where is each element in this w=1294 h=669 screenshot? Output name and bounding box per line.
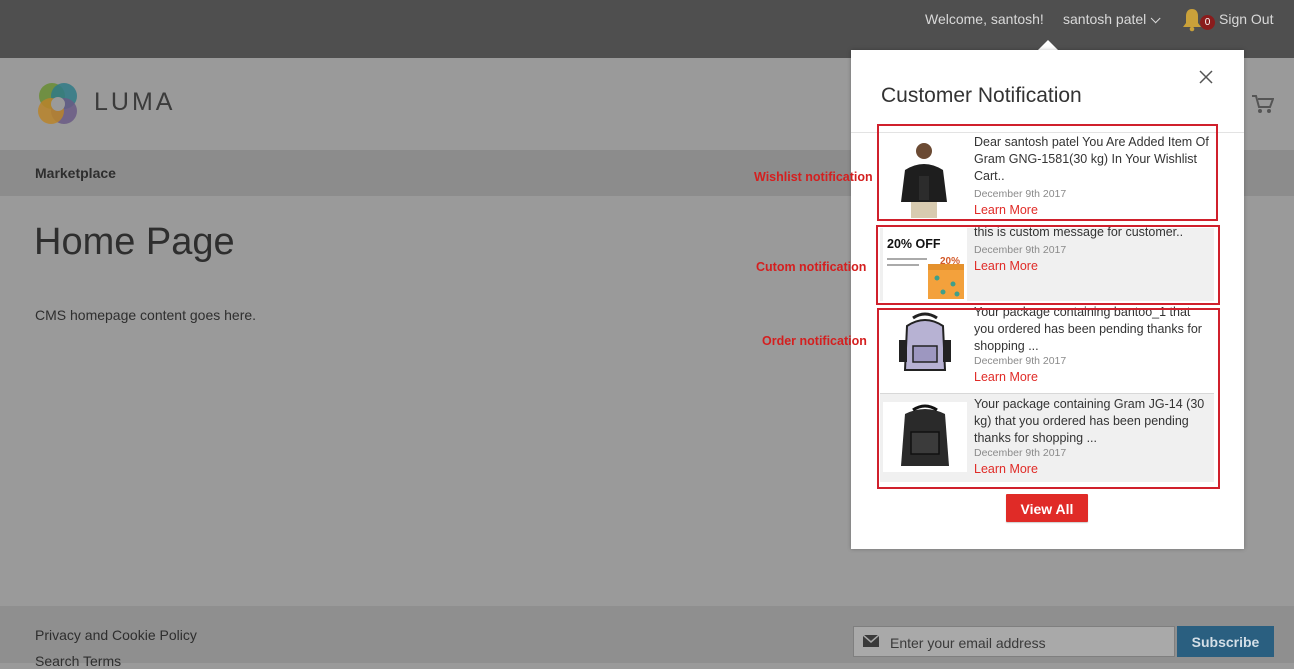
notification-item: Your package containing Gram JG-14 (30 k… xyxy=(880,393,1214,482)
footer-link-privacy[interactable]: Privacy and Cookie Policy xyxy=(35,627,197,643)
learn-more-link[interactable]: Learn More xyxy=(974,462,1038,476)
customer-name: santosh patel xyxy=(1063,11,1147,27)
notification-message: Your package containing bantoo_1 that yo… xyxy=(974,305,1202,353)
sale-banner-icon: 20% OFF 20% xyxy=(883,228,967,301)
page-title: Home Page xyxy=(34,221,235,263)
site-footer: Privacy and Cookie Policy Search Terms S… xyxy=(0,606,1294,669)
learn-more-link[interactable]: Learn More xyxy=(974,259,1038,273)
notification-message: Dear santosh patel You Are Added Item Of… xyxy=(974,135,1209,183)
notification-message: Your package containing Gram JG-14 (30 k… xyxy=(974,397,1205,445)
backpack-black-icon xyxy=(883,402,967,472)
chevron-down-icon xyxy=(1150,13,1161,24)
popup-pointer xyxy=(1038,40,1058,50)
newsletter-email-input[interactable] xyxy=(888,632,1172,654)
order-annotation-label: Order notification xyxy=(762,334,867,348)
sale-badge-text: 20% xyxy=(940,256,961,267)
popup-title: Customer Notification xyxy=(881,84,1082,107)
cart-icon[interactable] xyxy=(1252,94,1274,114)
wishlist-annotation-label: Wishlist notification xyxy=(754,170,873,184)
learn-more-link[interactable]: Learn More xyxy=(974,370,1038,384)
view-all-button[interactable]: View All xyxy=(1006,494,1088,522)
notification-message: this is custom message for customer.. xyxy=(974,225,1184,239)
notification-date: December 9th 2017 xyxy=(974,355,1067,367)
customer-notification-popup: Customer Notification Dear santosh patel… xyxy=(851,50,1244,549)
footer-link-search-terms[interactable]: Search Terms xyxy=(35,653,121,669)
notification-count-badge: 0 xyxy=(1200,15,1215,30)
welcome-message: Welcome, santosh! xyxy=(925,11,1044,27)
close-icon[interactable] xyxy=(1199,70,1213,84)
notification-item: 20% OFF 20% this is custom message for c… xyxy=(880,225,1214,301)
sign-out-link[interactable]: Sign Out xyxy=(1219,11,1273,27)
jacket-man-icon xyxy=(883,136,967,220)
mail-icon xyxy=(863,635,879,647)
page-content: CMS homepage content goes here. xyxy=(35,307,257,323)
notification-item: Dear santosh patel You Are Added Item Of… xyxy=(880,128,1214,222)
nav-item-marketplace[interactable]: Marketplace xyxy=(35,165,116,181)
backpack-grey-icon xyxy=(883,312,967,378)
customer-menu-toggle[interactable]: santosh patel xyxy=(1063,11,1161,27)
sale-banner-text: 20% OFF xyxy=(887,237,941,251)
subscribe-button[interactable]: Subscribe xyxy=(1177,626,1274,657)
notification-date: December 9th 2017 xyxy=(974,447,1067,459)
luma-logo-icon[interactable] xyxy=(35,81,81,127)
bell-icon[interactable] xyxy=(1182,8,1202,32)
logo-text[interactable]: LUMA xyxy=(94,88,175,117)
notification-date: December 9th 2017 xyxy=(974,244,1067,256)
notification-item: Your package containing bantoo_1 that yo… xyxy=(880,305,1214,390)
learn-more-link[interactable]: Learn More xyxy=(974,203,1038,217)
newsletter-field xyxy=(853,626,1175,657)
notification-date: December 9th 2017 xyxy=(974,188,1067,200)
custom-annotation-label: Cutom notification xyxy=(756,260,867,274)
